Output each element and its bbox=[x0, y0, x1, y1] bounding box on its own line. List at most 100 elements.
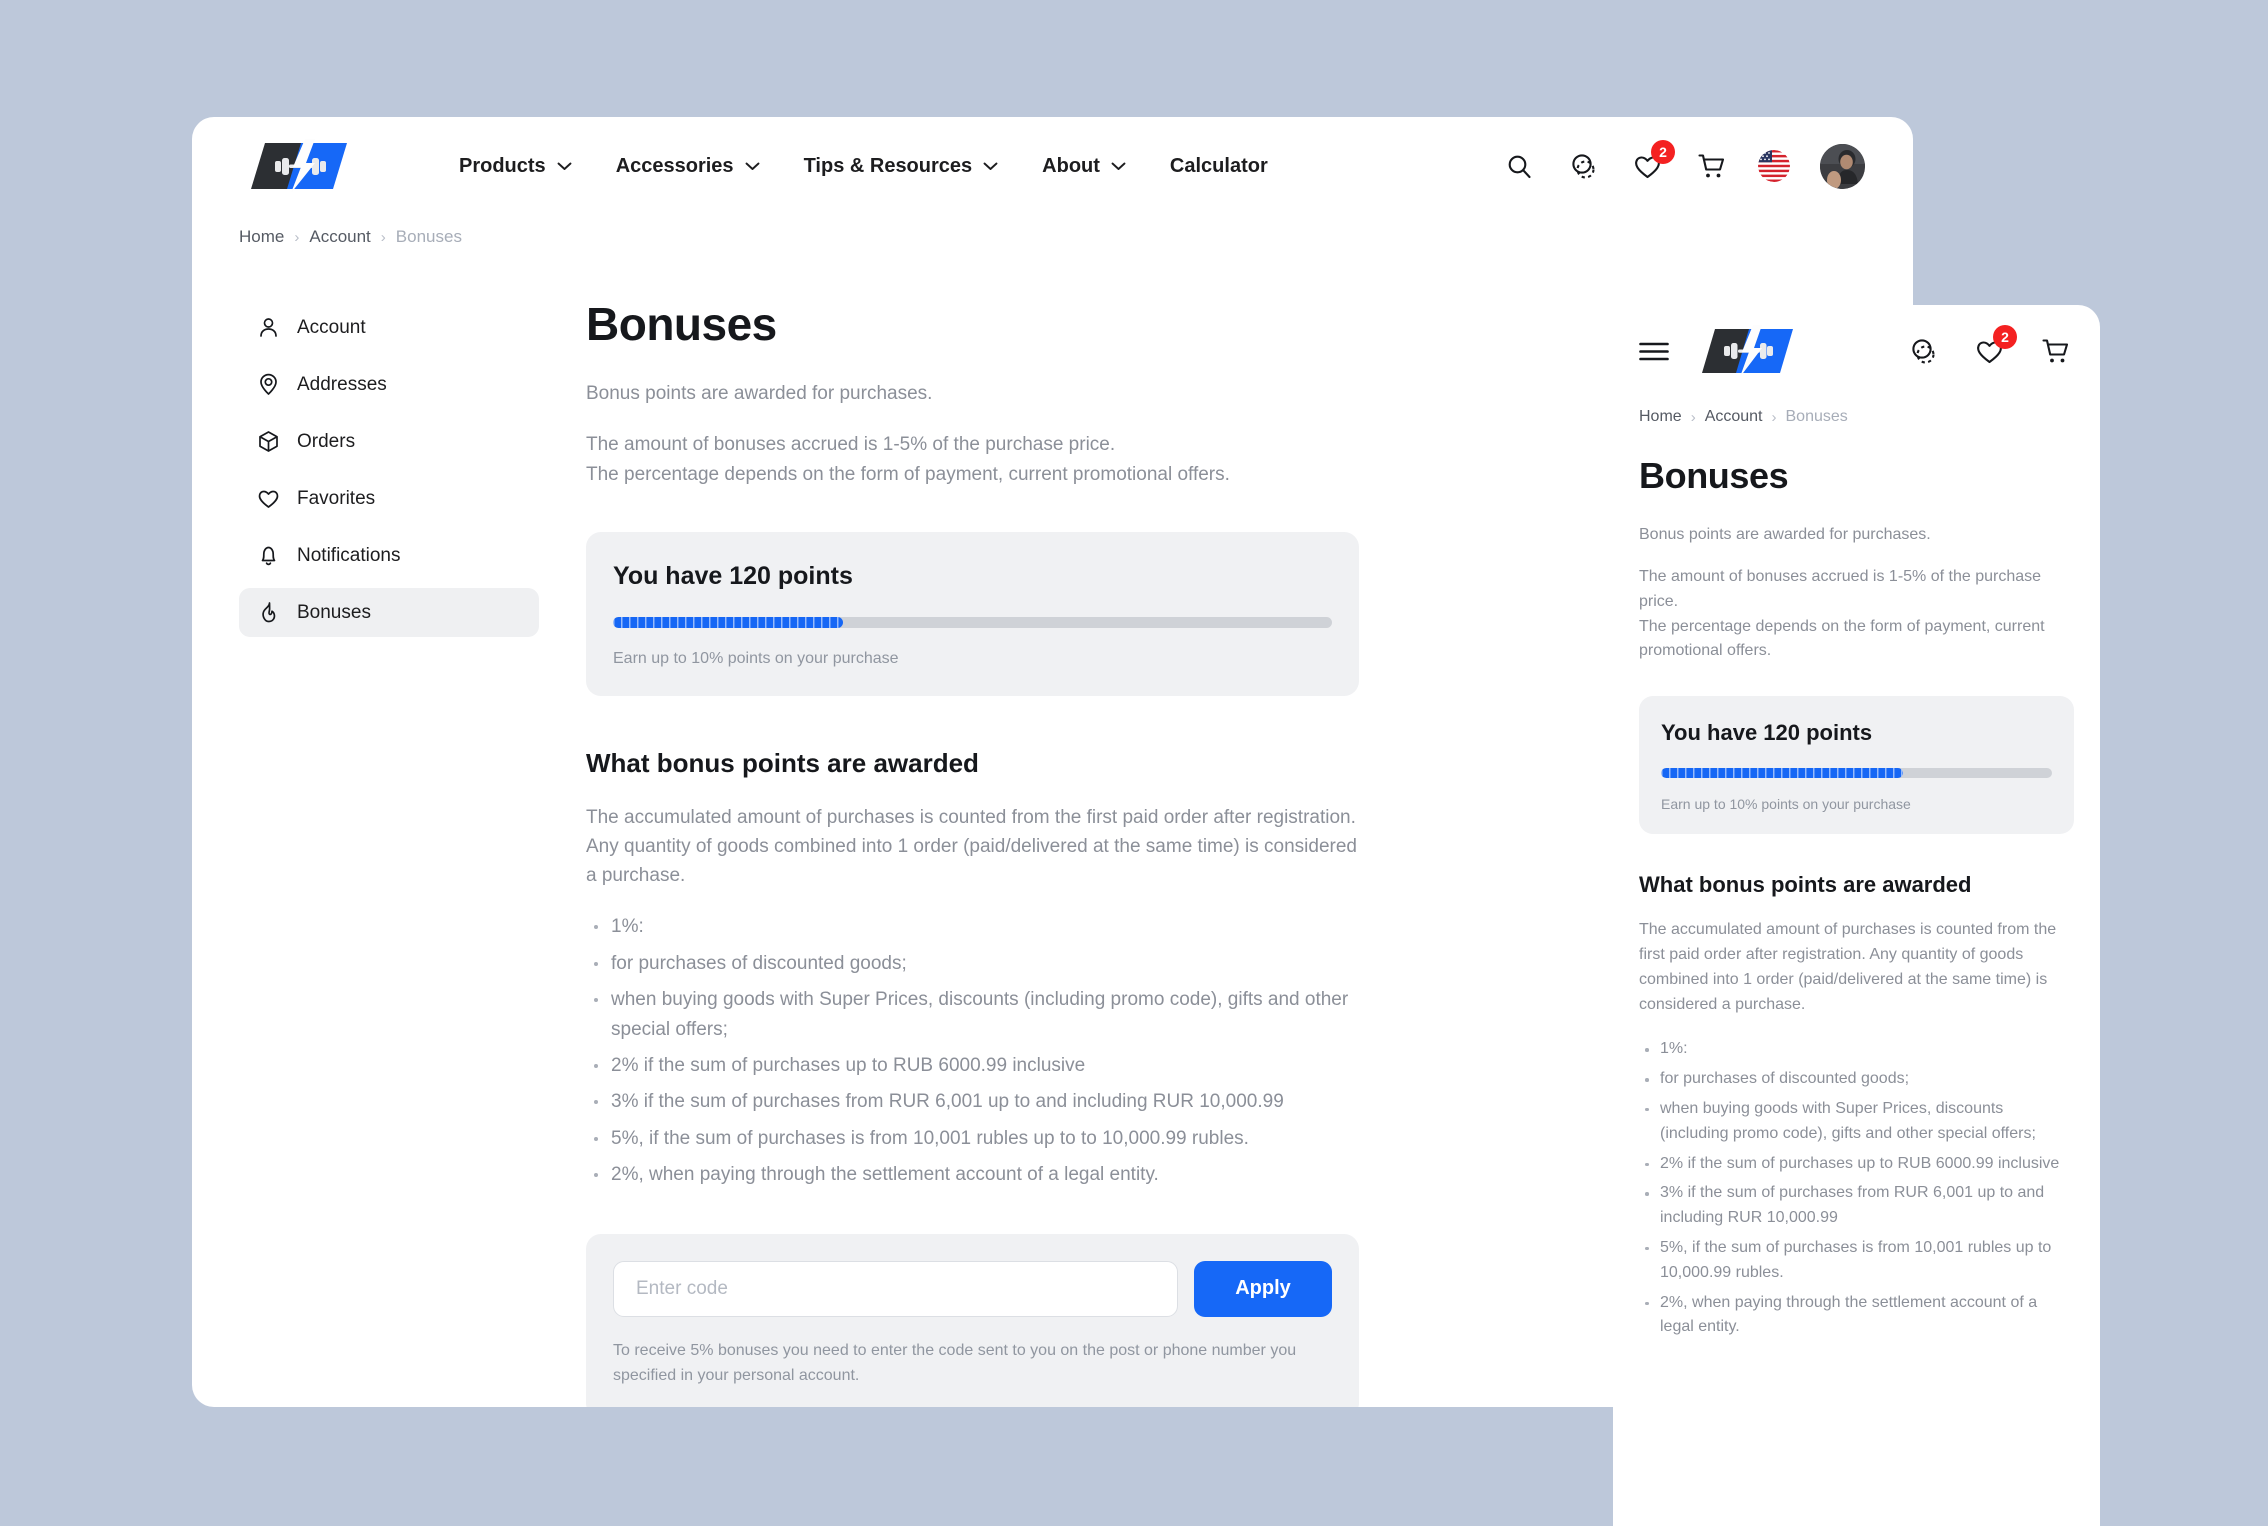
list-item: when buying goods with Super Prices, dis… bbox=[1639, 1097, 2074, 1147]
page-title: Bonuses bbox=[586, 298, 777, 350]
bonus-rules-list: 1%: for purchases of discounted goods; whe… bbox=[586, 912, 1359, 1190]
list-item: 1%: bbox=[586, 912, 1359, 941]
bell-icon bbox=[261, 546, 276, 566]
breadcrumb-home[interactable]: Home bbox=[239, 227, 284, 247]
intro-line-b: The percentage depends on the form of pa… bbox=[1639, 617, 2045, 660]
breadcrumb-account[interactable]: Account bbox=[309, 227, 370, 247]
list-item: for purchases of discounted goods; bbox=[586, 949, 1359, 978]
sidebar-item-addresses[interactable]: Addresses bbox=[239, 360, 539, 409]
intro-line-b: The percentage depends on the form of pa… bbox=[586, 463, 1230, 485]
mobile-breadcrumb: Home › Account › Bonuses bbox=[1613, 397, 2100, 437]
list-item: 3% if the sum of purchases from RUR 6,00… bbox=[1639, 1181, 2074, 1231]
section-title: What bonus points are awarded bbox=[586, 747, 979, 778]
points-title: You have 120 points bbox=[613, 561, 853, 590]
points-progress-fill bbox=[613, 616, 844, 628]
chevron-down-icon bbox=[1111, 162, 1126, 170]
points-card: You have 120 points Earn up to 10% point… bbox=[1639, 696, 2074, 835]
brand-logo-icon[interactable] bbox=[239, 135, 361, 197]
list-item: when buying goods with Super Prices, dis… bbox=[586, 985, 1359, 1044]
sidebar-item-label: Account bbox=[297, 316, 366, 338]
sidebar-item-label: Notifications bbox=[297, 544, 401, 566]
account-sidebar: Account Addresses Orders Favorites Notif… bbox=[239, 297, 539, 1407]
compare-icon bbox=[1571, 153, 1595, 179]
person-icon bbox=[260, 318, 277, 337]
sidebar-item-label: Bonuses bbox=[297, 601, 371, 623]
apply-button[interactable]: Apply bbox=[1194, 1260, 1332, 1317]
intro-paragraph-1: Bonus points are awarded for purchases. bbox=[1639, 526, 1931, 543]
compare-icon bbox=[1911, 338, 1935, 364]
screen: Products Accessories Tips & Resources Ab… bbox=[0, 0, 2268, 1526]
language-button[interactable] bbox=[1758, 150, 1790, 182]
section-paragraph: The accumulated amount of purchases is c… bbox=[586, 806, 1357, 887]
nav-item-about[interactable]: About bbox=[1042, 147, 1126, 186]
list-item: 1%: bbox=[1639, 1037, 2074, 1062]
points-progress-bar bbox=[1661, 768, 2052, 779]
intro-paragraph-1: Bonus points are awarded for purchases. bbox=[586, 383, 933, 404]
promo-code-input[interactable] bbox=[613, 1260, 1178, 1317]
points-note: Earn up to 10% points on your purchase bbox=[613, 649, 899, 667]
us-flag-icon bbox=[1758, 150, 1790, 182]
favorites-badge: 2 bbox=[1651, 140, 1675, 164]
sidebar-item-favorites[interactable]: Favorites bbox=[239, 474, 539, 523]
points-title: You have 120 points bbox=[1661, 720, 1873, 746]
breadcrumb-separator: › bbox=[1771, 408, 1777, 426]
hamburger-menu-icon[interactable] bbox=[1639, 341, 1669, 362]
map-pin-icon bbox=[260, 373, 277, 395]
nav-label: Products bbox=[459, 154, 546, 177]
sidebar-item-notifications[interactable]: Notifications bbox=[239, 531, 539, 580]
breadcrumb-separator: › bbox=[1690, 408, 1696, 426]
nav-label: Tips & Resources bbox=[803, 154, 973, 177]
nav-item-calculator[interactable]: Calculator bbox=[1170, 147, 1268, 186]
brand-logo-icon[interactable] bbox=[1691, 322, 1806, 380]
flame-icon bbox=[262, 602, 276, 623]
points-progress-bar bbox=[613, 616, 1332, 628]
intro-line-a: The amount of bonuses accrued is 1-5% of… bbox=[586, 433, 1116, 455]
nav-label: Calculator bbox=[1169, 154, 1268, 177]
sidebar-item-account[interactable]: Account bbox=[239, 303, 539, 352]
breadcrumb-home[interactable]: Home bbox=[1639, 408, 1682, 426]
chevron-down-icon bbox=[557, 162, 572, 170]
mobile-header-actions: 2 bbox=[1906, 325, 2072, 368]
list-item: 2%, when paying through the settlement a… bbox=[1639, 1291, 2074, 1341]
points-note: Earn up to 10% points on your purchase bbox=[1661, 796, 1911, 813]
cart-icon bbox=[2041, 338, 2068, 362]
mobile-body: Bonuses Bonus points are awarded for pur… bbox=[1613, 437, 2100, 1340]
avatar[interactable] bbox=[1820, 143, 1865, 189]
breadcrumb-account[interactable]: Account bbox=[1705, 408, 1763, 426]
promo-code-card: Apply To receive 5% bonuses you need to … bbox=[586, 1233, 1359, 1407]
intro-paragraph-2: The amount of bonuses accrued is 1-5% of… bbox=[586, 430, 1359, 490]
section-title: What bonus points are awarded bbox=[1639, 872, 1972, 898]
sidebar-item-orders[interactable]: Orders bbox=[239, 417, 539, 466]
breadcrumb-separator: › bbox=[380, 228, 386, 246]
desktop-header: Products Accessories Tips & Resources Ab… bbox=[192, 117, 1913, 215]
page-title: Bonuses bbox=[1639, 455, 1789, 496]
breadcrumb-separator: › bbox=[294, 228, 300, 246]
chevron-down-icon bbox=[983, 162, 998, 170]
sidebar-item-bonuses[interactable]: Bonuses bbox=[239, 588, 539, 637]
user-avatar-image bbox=[1820, 143, 1865, 189]
list-item: 2%, when paying through the settlement a… bbox=[586, 1160, 1359, 1189]
cart-button[interactable] bbox=[2038, 334, 2072, 368]
compare-button[interactable] bbox=[1906, 334, 1940, 368]
breadcrumb-bonuses: Bonuses bbox=[395, 227, 462, 246]
cart-button[interactable] bbox=[1694, 149, 1728, 183]
sidebar-item-label: Orders bbox=[297, 430, 356, 452]
list-item: 2% if the sum of purchases up to RUB 600… bbox=[586, 1051, 1359, 1080]
mobile-window: 2 Home › Account › Bonuses Bonuses Bonus bbox=[1613, 305, 2100, 1526]
search-button[interactable] bbox=[1502, 149, 1536, 183]
sidebar-item-label: Addresses bbox=[297, 373, 387, 395]
nav-item-tips-resources[interactable]: Tips & Resources bbox=[804, 147, 999, 186]
nav-label: About bbox=[1042, 154, 1100, 177]
favorites-button[interactable]: 2 bbox=[1972, 325, 2017, 368]
nav-item-accessories[interactable]: Accessories bbox=[616, 147, 760, 186]
compare-button[interactable] bbox=[1566, 149, 1600, 183]
nav-label: Accessories bbox=[615, 154, 734, 177]
sidebar-item-label: Favorites bbox=[297, 487, 376, 509]
list-item: 3% if the sum of purchases from RUR 6,00… bbox=[586, 1087, 1359, 1116]
intro-paragraph-2: The amount of bonuses accrued is 1-5% of… bbox=[1639, 565, 2074, 664]
promo-row: Apply bbox=[613, 1260, 1332, 1317]
favorites-button[interactable]: 2 bbox=[1630, 140, 1675, 183]
bonus-rules-list: 1%: for purchases of discounted goods; whe… bbox=[1639, 1037, 2074, 1340]
points-card: You have 120 points Earn up to 10% point… bbox=[586, 531, 1359, 696]
nav-item-products[interactable]: Products bbox=[459, 147, 572, 186]
